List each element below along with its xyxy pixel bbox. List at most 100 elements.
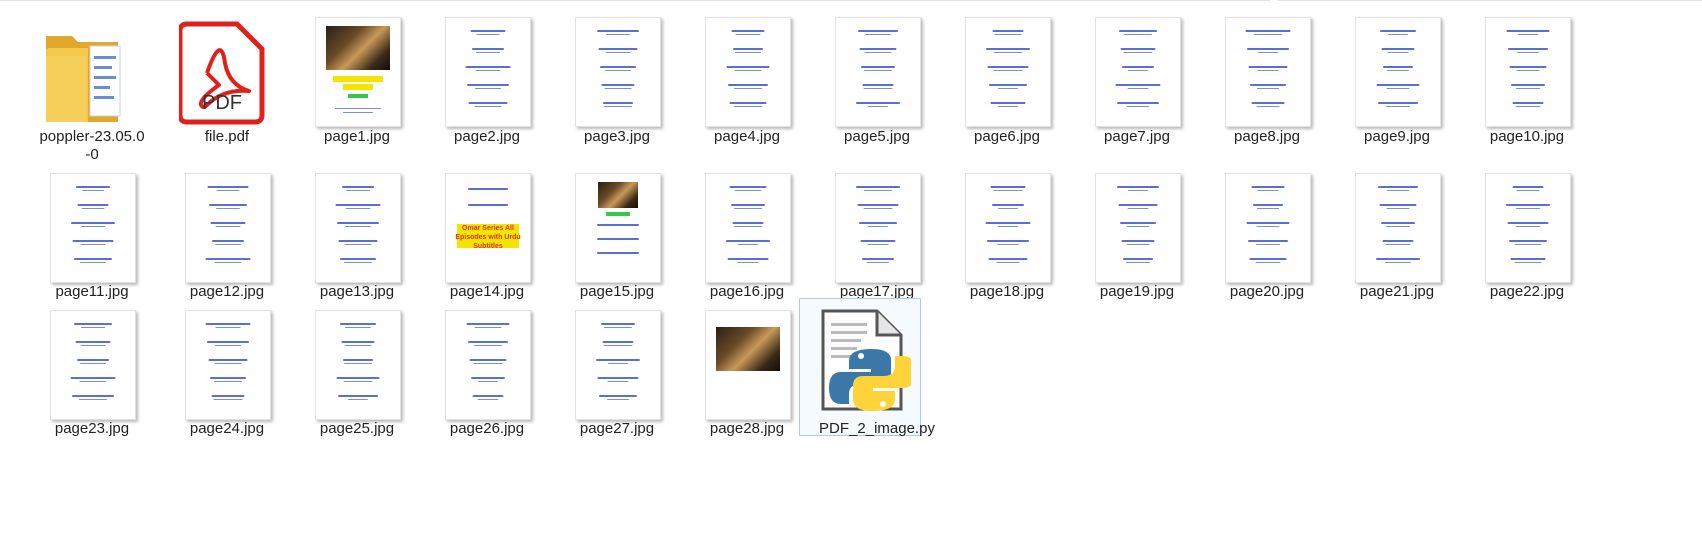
link-line [478, 381, 498, 382]
link-line [597, 224, 639, 226]
file-name: page7.jpg [1104, 128, 1170, 145]
link-line [72, 395, 114, 397]
file-item[interactable]: page3.jpg [547, 12, 687, 152]
highlight-bar [343, 84, 373, 90]
file-item[interactable]: page9.jpg [1327, 12, 1467, 152]
file-item[interactable]: page13.jpg [287, 168, 427, 308]
link-line [1387, 52, 1409, 53]
file-item[interactable]: page1.jpg [287, 12, 427, 152]
file-item[interactable]: page10.jpg [1457, 12, 1597, 152]
link-line [728, 84, 768, 86]
file-item[interactable]: page24.jpg [157, 305, 297, 445]
image-thumbnail [1095, 17, 1181, 127]
link-line [992, 30, 1024, 32]
image-thumbnail [315, 17, 401, 127]
file-item[interactable]: page15.jpg [547, 168, 687, 308]
link-line [343, 381, 373, 382]
link-line [734, 88, 762, 89]
link-line [205, 323, 251, 325]
file-item[interactable]: page26.jpg [417, 305, 557, 445]
link-line [735, 34, 761, 35]
file-thumbnail: PDF [157, 12, 297, 127]
file-name: page13.jpg [319, 283, 395, 300]
file-name: page16.jpg [709, 283, 785, 300]
link-line [473, 363, 503, 364]
link-line [986, 48, 1030, 50]
link-line [1516, 190, 1540, 191]
link-line [1386, 226, 1410, 227]
file-item[interactable]: Omar Series All Episodes with Urdu Subti… [417, 168, 557, 308]
file-item[interactable]: page16.jpg [677, 168, 817, 308]
photo-thumbnail [326, 26, 390, 70]
link-line [990, 102, 1026, 104]
link-line [867, 244, 889, 245]
link-line [465, 66, 511, 68]
file-thumbnail [807, 168, 947, 283]
link-line [1517, 34, 1539, 35]
link-line [997, 244, 1019, 245]
file-item[interactable]: page4.jpg [677, 12, 817, 152]
file-name: page2.jpg [454, 128, 520, 145]
file-item[interactable]: PDF file.pdf [157, 12, 297, 152]
link-line [868, 106, 888, 107]
link-line [607, 381, 629, 382]
link-line [988, 258, 1028, 260]
file-item[interactable]: poppler-23.05.0-0 [22, 12, 162, 163]
file-thumbnail [677, 168, 817, 283]
link-line [467, 84, 509, 86]
file-item[interactable]: page21.jpg [1327, 168, 1467, 308]
link-line [858, 30, 898, 32]
file-item[interactable]: page22.jpg [1457, 168, 1597, 308]
file-thumbnail [1327, 12, 1467, 127]
link-line [599, 395, 637, 397]
file-item[interactable]: page8.jpg [1197, 12, 1337, 152]
link-line [344, 345, 372, 346]
file-item[interactable]: page11.jpg [22, 168, 162, 308]
link-line [82, 190, 104, 191]
file-item[interactable]: page2.jpg [417, 12, 557, 152]
link-line [1124, 34, 1152, 35]
file-name: page19.jpg [1099, 283, 1175, 300]
link-line [74, 323, 112, 325]
link-line [338, 240, 378, 242]
link-line [998, 88, 1018, 89]
link-line [1123, 258, 1153, 260]
file-item[interactable]: page19.jpg [1067, 168, 1207, 308]
link-line [861, 66, 895, 68]
link-line [215, 327, 241, 328]
file-thumbnail [22, 168, 162, 283]
file-thumbnail [1067, 168, 1207, 283]
link-line [1255, 262, 1281, 263]
file-item[interactable]: page7.jpg [1067, 12, 1207, 152]
file-item[interactable]: page5.jpg [807, 12, 947, 152]
file-item[interactable]: page25.jpg [287, 305, 427, 445]
file-item[interactable]: page12.jpg [157, 168, 297, 308]
file-thumbnail [287, 305, 427, 420]
file-item[interactable]: page27.jpg [547, 305, 687, 445]
file-item[interactable]: page17.jpg [807, 168, 947, 308]
link-line [1257, 208, 1279, 209]
link-line [1258, 52, 1278, 53]
file-item[interactable]: PDF_2_image.py [799, 298, 947, 445]
python-file-icon [821, 309, 911, 411]
link-line [1128, 70, 1148, 71]
image-thumbnail [1355, 173, 1441, 283]
file-item[interactable]: page18.jpg [937, 168, 1077, 308]
link-line [1386, 106, 1410, 107]
link-line [597, 252, 639, 254]
link-line [1249, 258, 1287, 260]
link-line [1387, 190, 1409, 191]
file-item[interactable]: page20.jpg [1197, 168, 1337, 308]
link-line [76, 186, 110, 188]
file-item[interactable]: page6.jpg [937, 12, 1077, 152]
link-line [468, 204, 508, 206]
link-line [1386, 208, 1410, 209]
link-line [733, 226, 763, 227]
file-item[interactable]: page28.jpg [677, 305, 817, 445]
link-line [468, 341, 508, 343]
file-name: page14.jpg [449, 283, 525, 300]
link-line [476, 34, 500, 35]
link-line [1381, 222, 1415, 224]
link-line [1380, 30, 1416, 32]
file-item[interactable]: page23.jpg [22, 305, 162, 445]
